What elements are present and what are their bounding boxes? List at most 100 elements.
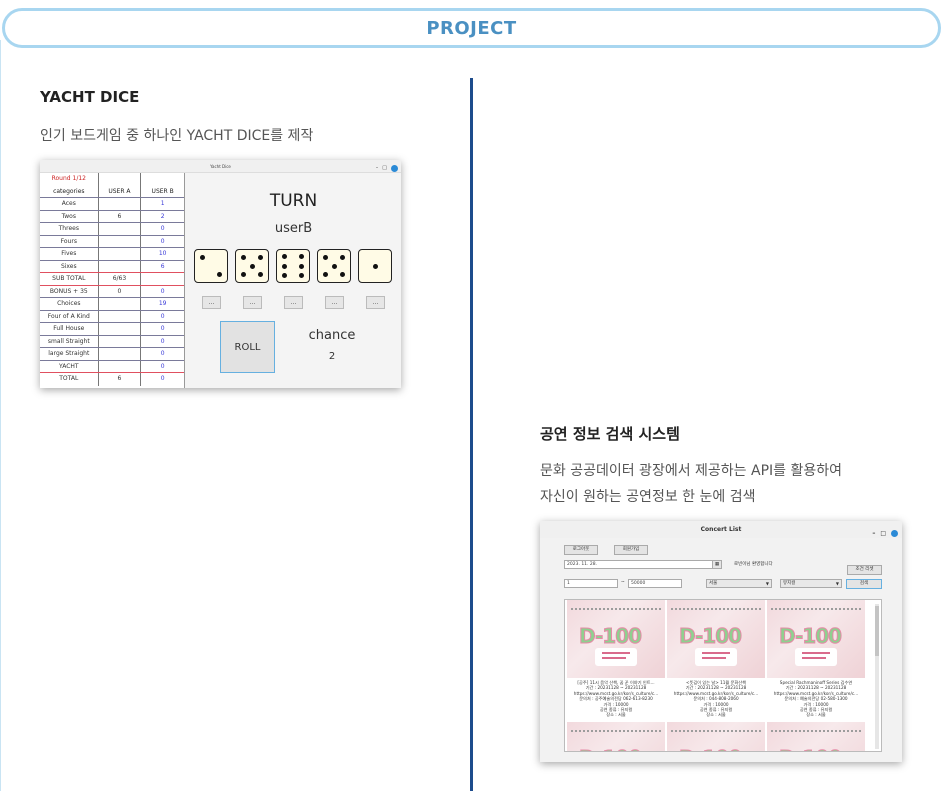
close-icon[interactable]	[391, 165, 398, 172]
genre-select-value: 뮤지컬	[783, 581, 796, 586]
scrollbar-thumb[interactable]	[875, 606, 879, 656]
category-cell: SUB TOTAL	[40, 273, 99, 285]
genre-select[interactable]: 뮤지컬 ▼	[780, 579, 842, 588]
maximize-icon[interactable]: □	[880, 525, 886, 542]
die-2[interactable]	[235, 249, 269, 283]
user-b-score-cell[interactable]: 0	[141, 361, 184, 373]
user-a-score-cell[interactable]: 0	[99, 285, 142, 297]
concert-list[interactable]: D-100 [공주] 11시 음악 산책, 꿈 꾼 이야기 인트... 기간 : 2…	[564, 599, 882, 752]
user-b-score-cell[interactable]: 0	[141, 223, 184, 235]
price-max-field[interactable]: 50000	[628, 579, 682, 588]
concert-poster[interactable]: D-100	[767, 600, 865, 678]
hold-button-1[interactable]: ...	[202, 296, 221, 309]
notebook-rings	[571, 730, 661, 736]
user-b-score-cell[interactable]: 0	[141, 336, 184, 348]
project-header-title: PROJECT	[426, 17, 517, 39]
concert-poster[interactable]: D-100	[767, 722, 865, 751]
user-b-score-cell[interactable]: 0	[141, 373, 184, 386]
scrollbar[interactable]	[875, 604, 879, 749]
search-button[interactable]: 검색	[846, 579, 882, 589]
score-table-row: Full House 0	[40, 323, 184, 336]
user-b-score-cell[interactable]: 0	[141, 323, 184, 335]
die-pip	[323, 255, 328, 260]
user-a-score-cell[interactable]	[99, 248, 142, 260]
user-b-score-cell[interactable]: 6	[141, 261, 184, 273]
die-5[interactable]	[358, 249, 392, 283]
user-a-score-cell[interactable]	[99, 335, 142, 347]
user-a-score-cell[interactable]	[99, 198, 142, 210]
user-a-score-cell[interactable]	[99, 235, 142, 247]
close-icon[interactable]	[891, 530, 898, 537]
user-b-score-cell[interactable]: 10	[141, 248, 184, 260]
die-4[interactable]	[317, 249, 351, 283]
score-table-row: Four of A Kind 0	[40, 310, 184, 323]
hold-button-4[interactable]: ...	[325, 296, 344, 309]
concert-card[interactable]: D-100 [공주] 11시 음악 산책, 꿈 꾼 이야기 인트... 기간 : 2…	[567, 600, 665, 718]
concert-card[interactable]: D-100	[767, 722, 865, 751]
concert-poster[interactable]: D-100	[667, 722, 765, 752]
concert-card[interactable]: D-100	[567, 722, 665, 751]
category-cell: small Straight	[40, 335, 99, 347]
concert-card[interactable]: D-100 <뜻깊이 있는 날> 11월 문화산책 기간 : 20231128 ~ …	[667, 600, 765, 718]
die-3[interactable]	[276, 249, 310, 283]
reset-conditions-button[interactable]: 조건 리셋	[847, 565, 882, 575]
hold-button-2[interactable]: ...	[243, 296, 262, 309]
user-a-score-cell[interactable]	[99, 348, 142, 360]
concert-card[interactable]: D-100	[667, 722, 765, 752]
concert-contact: 문의처 : 공주예술의전당 062-613-8230	[579, 696, 653, 702]
die-pip	[241, 272, 246, 277]
die-pip	[299, 254, 304, 259]
poster-dday-text: D-100	[678, 624, 742, 649]
price-min-field[interactable]: 1	[564, 579, 618, 588]
poster-note-decoration	[602, 652, 630, 654]
timeline-divider	[470, 78, 473, 791]
concert-poster[interactable]: D-100	[567, 600, 665, 678]
user-a-score-cell[interactable]	[99, 310, 142, 322]
project-header: PROJECT	[2, 8, 941, 48]
region-select[interactable]: 서울 ▼	[706, 579, 772, 588]
score-table-round-row: Round 1/12	[40, 173, 184, 186]
calendar-icon[interactable]: ▦	[712, 560, 722, 569]
user-a-score-cell[interactable]	[99, 360, 142, 372]
user-b-score-cell[interactable]	[141, 273, 184, 285]
signup-button[interactable]: 회원가입	[614, 545, 648, 555]
poster-dday-text: D-100	[678, 746, 742, 752]
roll-button[interactable]: ROLL	[220, 321, 275, 373]
user-a-score-cell[interactable]: 6/63	[99, 273, 142, 285]
logout-button[interactable]: 로그아웃	[564, 545, 598, 555]
score-table-row: large Straight 0	[40, 348, 184, 361]
concert-poster[interactable]: D-100	[567, 722, 665, 751]
hold-button-3[interactable]: ...	[284, 296, 303, 309]
column-header: categories	[40, 185, 99, 197]
die-pip	[249, 263, 255, 269]
die-pip	[282, 273, 287, 278]
current-user-label: userB	[274, 221, 313, 236]
user-a-score-cell[interactable]: 6	[99, 373, 142, 386]
user-b-score-cell[interactable]: 2	[141, 211, 184, 223]
user-a-score-cell[interactable]	[99, 323, 142, 335]
user-a-score-cell[interactable]	[99, 223, 142, 235]
user-a-score-cell[interactable]: 6	[99, 210, 142, 222]
minimize-icon[interactable]: –	[872, 525, 875, 542]
user-b-score-cell[interactable]: 0	[141, 236, 184, 248]
concert-card[interactable]: D-100 Special Rachmaninoff Series 김수연 기간 :…	[767, 600, 865, 718]
category-cell: Threes	[40, 223, 99, 235]
user-a-score-cell[interactable]	[99, 298, 142, 310]
poster-note-decoration	[802, 657, 826, 659]
score-table-row: YACHT 0	[40, 360, 184, 373]
notebook-rings	[771, 730, 861, 736]
user-b-score-cell[interactable]: 0	[141, 311, 184, 323]
user-b-score-cell[interactable]: 0	[141, 286, 184, 298]
score-table-row: TOTAL 6 0	[40, 373, 184, 386]
user-b-score-cell[interactable]: 1	[141, 198, 184, 210]
die-1[interactable]	[194, 249, 228, 283]
score-table-header: categories USER A USER B	[40, 185, 184, 198]
concert-poster[interactable]: D-100	[667, 600, 765, 678]
date-field[interactable]: 2023. 11. 28.	[564, 560, 722, 569]
score-table-row: Aces 1	[40, 198, 184, 211]
user-b-score-cell[interactable]: 0	[141, 348, 184, 360]
chevron-down-icon: ▼	[765, 581, 769, 586]
user-a-score-cell[interactable]	[99, 260, 142, 272]
hold-button-5[interactable]: ...	[366, 296, 385, 309]
user-b-score-cell[interactable]: 19	[141, 298, 184, 310]
